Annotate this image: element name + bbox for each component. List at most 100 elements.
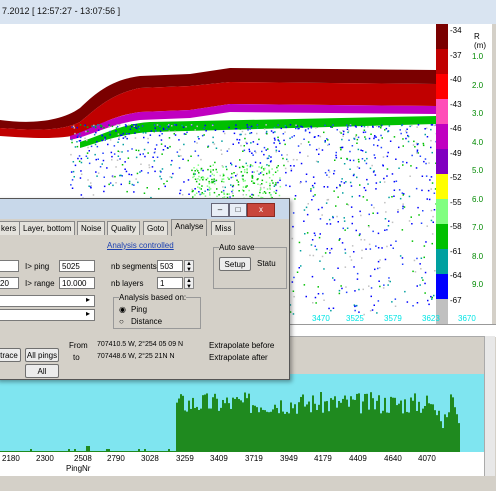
echo-dot [101, 163, 103, 165]
histogram-bar [356, 393, 358, 452]
select-b[interactable] [0, 309, 95, 321]
dialog-titlebar[interactable]: – □ x [0, 199, 289, 219]
tab-quality[interactable]: Quality [107, 221, 140, 235]
extrapolate-after[interactable]: Extrapolate after [209, 353, 268, 362]
echo-dot [99, 166, 102, 168]
echo-dot [194, 178, 197, 180]
echo-dot [124, 136, 126, 139]
range-input[interactable]: 10.000 [59, 277, 95, 289]
echo-dot [363, 129, 366, 131]
echo-dot [277, 169, 279, 172]
echo-dot [246, 124, 248, 126]
echo-dot [130, 174, 133, 176]
setup-button[interactable]: Setup [219, 257, 251, 271]
tab-layer-bottom[interactable]: Layer, bottom [19, 221, 76, 235]
echo-dot [79, 133, 81, 135]
echo-dot [371, 164, 373, 167]
echo-dot [73, 127, 76, 129]
depth-label: 3.0 [472, 109, 484, 118]
echo-dot [361, 249, 363, 252]
layers-input[interactable]: 1 [157, 277, 183, 289]
radio-distance-label[interactable]: Distance [131, 317, 162, 326]
echo-dot [354, 125, 357, 127]
histogram-x-tick: 4640 [384, 454, 402, 463]
maximize-button[interactable]: □ [229, 203, 247, 217]
tab-markers[interactable]: kers [0, 221, 21, 235]
echo-dot [93, 126, 95, 128]
echo-dot [245, 127, 247, 129]
echo-dot [95, 131, 97, 134]
echo-dot [76, 145, 79, 148]
echo-dot [388, 220, 390, 222]
ping-input[interactable]: 5025 [59, 260, 95, 272]
histogram-bar [446, 417, 448, 452]
extrapolate-before[interactable]: Extrapolate before [209, 341, 274, 350]
all-button[interactable]: All [25, 364, 59, 378]
analysis-controlled-link[interactable]: Analysis controlled [107, 241, 174, 250]
echo-dot [113, 145, 116, 147]
echo-dot [232, 143, 234, 145]
echo-dot [259, 186, 262, 189]
histogram-bar [430, 404, 432, 452]
echo-dot [350, 259, 353, 261]
echo-dot [246, 169, 248, 171]
echo-dot [332, 307, 335, 309]
echo-dot [360, 125, 363, 128]
histogram-bar [236, 397, 238, 452]
trace-button[interactable]: trace [0, 348, 21, 362]
echo-dot [410, 165, 412, 167]
all-pings-button[interactable]: All pings [25, 348, 59, 362]
radio-ping-label[interactable]: Ping [131, 305, 147, 314]
echo-dot [102, 159, 105, 162]
echo-dot [76, 141, 78, 143]
echo-dot [433, 209, 436, 211]
segments-spinner[interactable]: ▲ ▼ [184, 260, 194, 273]
scrollbar[interactable] [484, 336, 495, 376]
tab-misc[interactable]: Miss [211, 221, 236, 235]
echo-dot [373, 304, 375, 306]
echo-dot [111, 125, 114, 128]
echo-dot [194, 140, 196, 143]
close-button[interactable]: x [247, 203, 275, 217]
histogram-bar [332, 399, 334, 452]
echo-dot [330, 247, 333, 250]
echo-dot [213, 174, 215, 177]
echo-dot [351, 245, 354, 247]
echo-dot [269, 188, 271, 190]
echo-dot [386, 245, 388, 248]
echo-dot [208, 180, 210, 183]
left-empty-field[interactable] [0, 260, 19, 272]
echo-dot [258, 138, 260, 141]
echo-dot [158, 134, 161, 137]
tab-analyse[interactable]: Analyse [171, 219, 208, 236]
select-a[interactable] [0, 295, 95, 307]
segments-input[interactable]: 503 [157, 260, 183, 272]
echo-dot [423, 245, 426, 247]
echo-dot [192, 190, 194, 192]
histogram-x-tick: 3028 [141, 454, 159, 463]
echo-dot [178, 139, 180, 141]
left-value-field[interactable]: 20 [0, 277, 19, 289]
minimize-button[interactable]: – [211, 203, 229, 217]
echo-dot [390, 244, 392, 246]
echo-dot [306, 232, 309, 234]
echo-dot [207, 146, 209, 148]
tab-goto[interactable]: Goto [143, 221, 169, 235]
echo-dot [416, 149, 419, 151]
layers-spinner[interactable]: ▲ ▼ [184, 277, 194, 290]
echo-dot [207, 168, 209, 171]
tab-noise[interactable]: Noise [77, 221, 106, 235]
echo-dot [114, 175, 116, 178]
echo-dot [430, 176, 433, 178]
radio-ping-icon[interactable]: ◉ [119, 305, 126, 314]
echo-dot [238, 142, 240, 144]
echo-dot [252, 194, 255, 196]
echo-dot [216, 171, 218, 173]
echo-dot [112, 176, 114, 178]
echo-dot [131, 183, 134, 186]
radio-distance-icon[interactable]: ○ [119, 317, 124, 326]
echo-dot [323, 186, 325, 188]
scrollbar[interactable] [484, 376, 495, 491]
histogram-bar [380, 413, 382, 452]
echo-dot [416, 302, 419, 304]
